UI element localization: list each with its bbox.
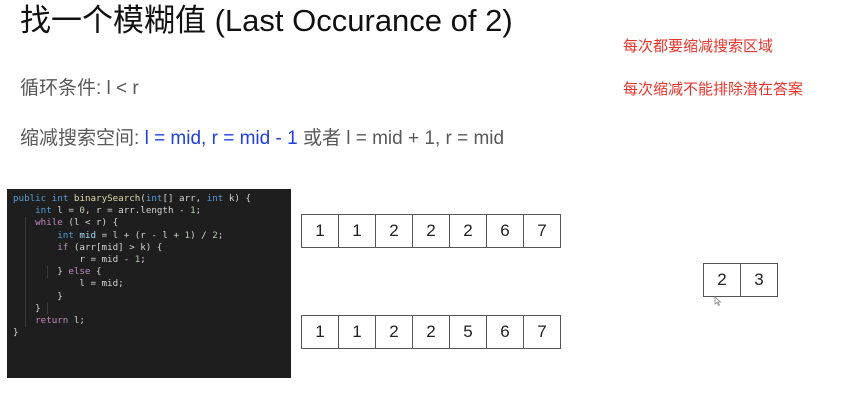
- code-line: while (l < r) {: [13, 217, 291, 229]
- mouse-cursor-icon: [714, 296, 722, 306]
- array-cell: 6: [486, 214, 524, 248]
- shrink-option-1: l = mid, r = mid - 1: [144, 128, 298, 149]
- array-cell: 2: [703, 263, 741, 297]
- code-token: ;: [140, 254, 146, 266]
- array-cell: 2: [375, 214, 413, 248]
- code-line: }: [13, 303, 291, 315]
- code-token: }: [13, 266, 69, 278]
- code-line: }: [13, 327, 291, 339]
- code-token: {: [90, 266, 102, 278]
- code-token: public: [13, 193, 47, 204]
- shrink-search-space: 缩减搜索空间: l = mid, r = mid - 1 或者 l = mid …: [20, 123, 504, 150]
- code-token: }: [13, 290, 63, 302]
- code-token: k) {: [223, 193, 251, 204]
- array-cell: 1: [338, 315, 376, 349]
- indent-guide: [47, 266, 48, 278]
- code-token: ) /: [190, 229, 213, 241]
- code-token: }: [13, 302, 41, 314]
- array-cell: 5: [449, 315, 487, 349]
- indent-guide: [25, 217, 26, 327]
- code-token: int: [57, 229, 74, 241]
- array-3: 23: [703, 263, 778, 297]
- array-cell: 1: [338, 214, 376, 248]
- code-token: (l < r) {: [62, 217, 119, 229]
- code-token: }: [13, 327, 19, 339]
- array-1: 1122267: [301, 214, 561, 248]
- code-token: return: [35, 315, 69, 327]
- code-token: l = mid;: [13, 278, 124, 290]
- code-token: int: [206, 193, 224, 204]
- array-cell: 2: [412, 315, 450, 349]
- code-line: public int binarySearch(int[] arr, int k…: [13, 193, 291, 205]
- code-line: } else {: [13, 266, 291, 278]
- code-token: else: [68, 266, 91, 278]
- code-token: , r = arr.length -: [84, 205, 191, 217]
- array-cell: 7: [523, 214, 561, 248]
- code-token: ;: [217, 229, 224, 241]
- shrink-prefix: 缩减搜索空间:: [20, 128, 145, 149]
- code-token: int: [51, 193, 69, 204]
- code-line: }: [13, 291, 291, 303]
- code-token: while: [35, 217, 63, 229]
- code-block: public int binarySearch(int[] arr, int k…: [7, 189, 291, 378]
- shrink-option-2: l = mid + 1, r = mid: [346, 128, 505, 149]
- array-2: 1122567: [301, 315, 561, 349]
- shrink-or: 或者: [297, 128, 347, 149]
- code-token: mid: [79, 229, 97, 241]
- array-cell: 3: [740, 263, 778, 297]
- note-keep-potential-answer: 每次缩减不能排除潜在答案: [623, 81, 804, 98]
- code-token: [] arr,: [162, 193, 207, 204]
- loop-condition: 循环条件: l < r: [20, 78, 139, 99]
- note-shrink-every-time: 每次都要缩减搜索区域: [623, 38, 774, 55]
- page-title: 找一个模糊值 (Last Occurance of 2): [20, 3, 513, 38]
- array-cell: 6: [486, 315, 524, 349]
- code-line: return l;: [13, 315, 291, 327]
- code-token: int: [145, 193, 163, 204]
- array-cell: 1: [301, 315, 339, 349]
- array-cell: 7: [523, 315, 561, 349]
- code-token: if: [57, 241, 69, 253]
- code-token: l =: [51, 205, 80, 217]
- code-token: binarySearch: [73, 193, 141, 204]
- code-token: (arr[mid] > k) {: [68, 241, 163, 253]
- code-line: l = mid;: [13, 278, 291, 290]
- code-line: if (arr[mid] > k) {: [13, 242, 291, 254]
- code-token: l;: [68, 315, 85, 327]
- array-cell: 2: [449, 214, 487, 248]
- array-cell: 2: [375, 315, 413, 349]
- code-token: = l + (r - l +: [96, 229, 185, 241]
- array-cell: 2: [412, 214, 450, 248]
- code-line: r = mid - 1;: [13, 254, 291, 266]
- code-token: ;: [195, 205, 202, 217]
- indent-guide: [47, 302, 48, 314]
- code-token: int: [35, 205, 52, 217]
- code-line: int l = 0, r = arr.length - 1;: [13, 205, 291, 217]
- code-line: int mid = l + (r - l + 1) / 2;: [13, 230, 291, 242]
- code-token: r = mid -: [13, 254, 135, 266]
- array-cell: 1: [301, 214, 339, 248]
